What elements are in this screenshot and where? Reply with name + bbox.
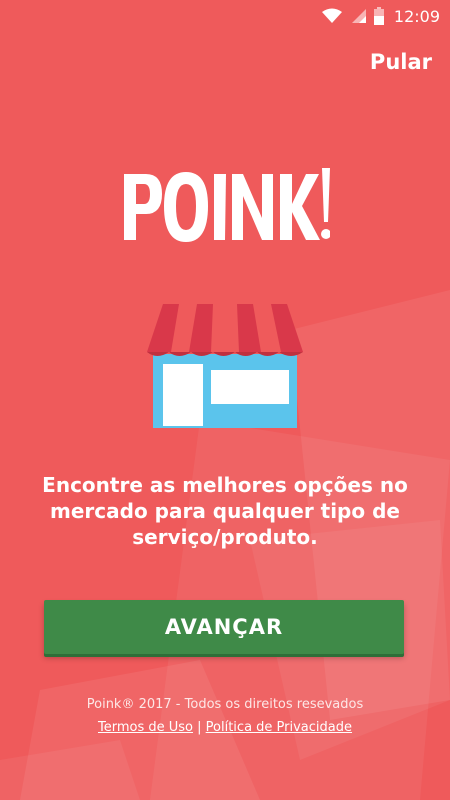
battery-icon (373, 7, 384, 25)
tagline-text: Encontre as melhores opções no mercado p… (42, 473, 408, 549)
signal-icon (350, 8, 366, 24)
next-button[interactable]: AVANÇAR (44, 600, 404, 654)
terms-link[interactable]: Termos de Uso (98, 720, 193, 735)
footer-links: Termos de Uso | Política de Privacidade (98, 720, 352, 735)
link-separator: | (197, 720, 202, 735)
store-icon (145, 300, 305, 430)
privacy-link[interactable]: Política de Privacidade (206, 720, 352, 735)
status-time: 12:09 (393, 6, 440, 26)
skip-button[interactable]: Pular (370, 50, 432, 74)
wifi-icon (321, 8, 342, 24)
footer: Poink® 2017 - Todos os direitos resevado… (0, 697, 450, 735)
copyright-text: Poink® 2017 - Todos os direitos resevado… (86, 697, 364, 712)
poink-logo (0, 160, 450, 260)
status-bar: 12:09 (0, 0, 450, 32)
